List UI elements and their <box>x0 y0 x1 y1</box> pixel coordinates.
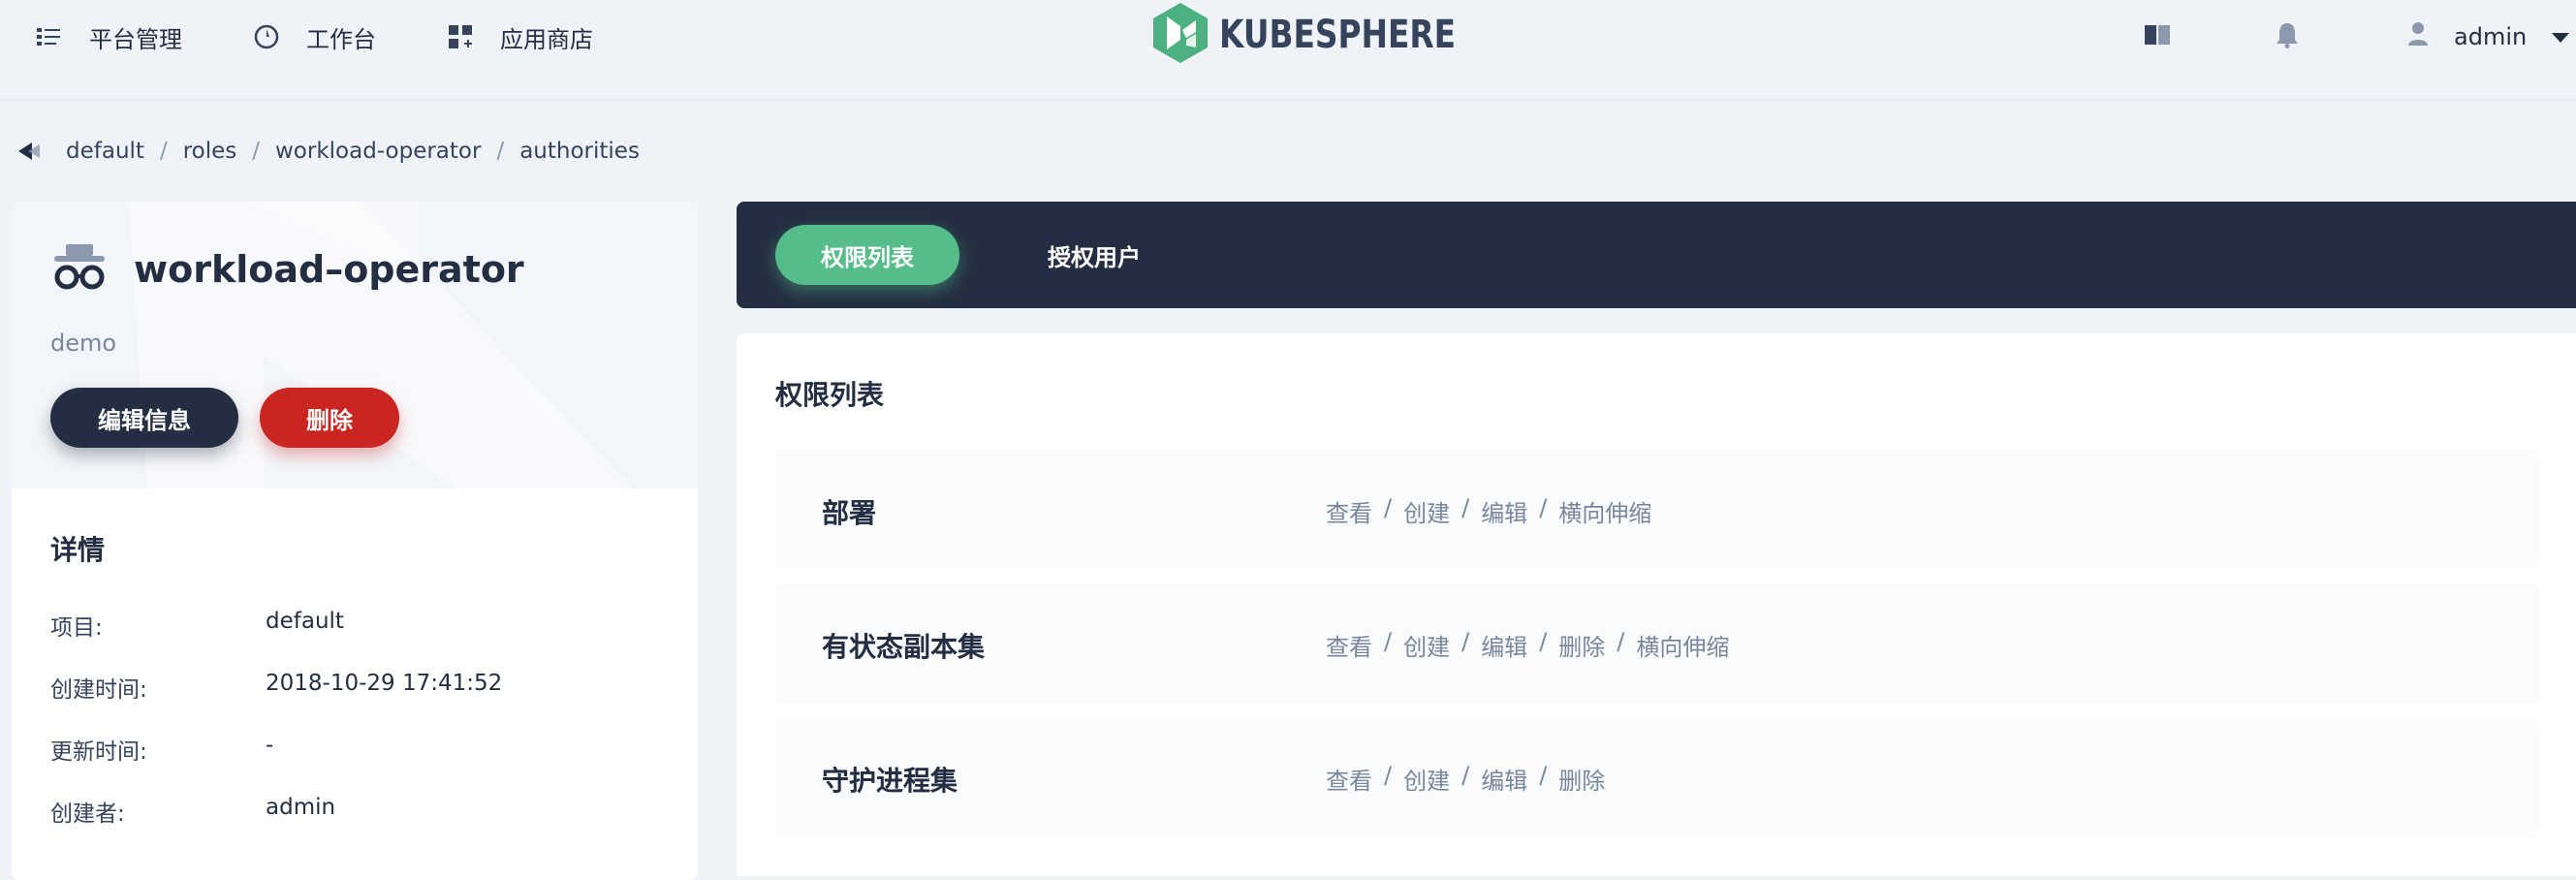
nav-workbench-label: 工作台 <box>306 25 376 53</box>
list-item: 有状态副本集 查看 / 创建 / 编辑 / 删除 / 横向伸缩 <box>775 583 2539 704</box>
tab-authorized-users[interactable]: 授权用户 <box>1021 225 1167 285</box>
role-header: workload–operator demo 编辑信息 删除 <box>12 202 698 488</box>
notifications-button[interactable] <box>2270 19 2305 54</box>
breadcrumb-separator: / <box>252 139 260 164</box>
breadcrumb-separator: / <box>496 139 505 164</box>
permission-action: 删除 <box>1558 768 1606 795</box>
user-icon <box>2407 21 2429 52</box>
breadcrumb-role[interactable]: workload-operator <box>275 139 481 164</box>
kubesphere-logo-icon <box>1153 3 1208 67</box>
kubesphere-logo[interactable]: KUBESPHERE <box>1153 3 1508 67</box>
dashboard-icon <box>252 22 281 51</box>
back-icon[interactable] <box>14 134 48 169</box>
permission-action: 创建 <box>1403 500 1451 527</box>
detail-row-updated: 更新时间: - <box>50 733 273 766</box>
permission-action: 横向伸缩 <box>1558 500 1652 527</box>
list-item: 守护进程集 查看 / 创建 / 编辑 / 删除 <box>775 717 2539 837</box>
detail-row-created: 创建时间: 2018-10-29 17:41:52 <box>50 671 502 704</box>
nav-workbench[interactable]: 工作台 <box>252 17 376 56</box>
role-info-card: workload–operator demo 编辑信息 删除 详情 项目: de… <box>12 202 698 880</box>
permission-actions: 查看 / 创建 / 编辑 / 横向伸缩 <box>1326 494 1652 527</box>
details-title: 详情 <box>50 534 106 566</box>
book-icon <box>2144 23 2171 50</box>
permission-action: 创建 <box>1403 768 1451 795</box>
breadcrumb-separator: / <box>159 139 168 164</box>
detail-key: 创建者: <box>50 801 125 827</box>
permission-actions: 查看 / 创建 / 编辑 / 删除 / 横向伸缩 <box>1326 628 1730 661</box>
nav-platform-label: 平台管理 <box>89 25 182 53</box>
spy-icon <box>52 242 107 297</box>
nav-platform[interactable]: 平台管理 <box>35 17 182 56</box>
permission-name: 有状态副本集 <box>822 631 986 663</box>
role-title-row: workload–operator <box>52 242 524 297</box>
detail-key: 项目: <box>50 615 103 641</box>
apps-icon <box>446 22 475 51</box>
delete-button[interactable]: 删除 <box>260 388 399 448</box>
permission-action: 编辑 <box>1481 634 1528 661</box>
detail-key: 更新时间: <box>50 739 147 765</box>
breadcrumb-roles[interactable]: roles <box>183 139 237 164</box>
detail-row-project: 项目: default <box>50 609 344 642</box>
logo-text: KUBESPHERE <box>1219 13 1457 57</box>
breadcrumb-authorities: authorities <box>519 139 640 164</box>
permission-action: 查看 <box>1326 634 1372 661</box>
permission-action: 横向伸缩 <box>1636 634 1730 661</box>
user-menu[interactable]: admin <box>2407 17 2570 56</box>
permission-action: 编辑 <box>1481 500 1528 527</box>
permission-action: 编辑 <box>1481 768 1528 795</box>
detail-value: default <box>266 609 344 634</box>
nav-appstore[interactable]: 应用商店 <box>446 17 593 56</box>
docs-button[interactable] <box>2140 19 2175 54</box>
tab-authorities[interactable]: 权限列表 <box>775 225 959 285</box>
edit-info-button[interactable]: 编辑信息 <box>50 388 238 448</box>
nav-appstore-label: 应用商店 <box>500 25 593 53</box>
user-name: admin <box>2454 23 2528 50</box>
bell-icon <box>2276 21 2299 52</box>
role-description: demo <box>50 330 117 357</box>
top-navbar: 平台管理 工作台 应用商店 KUBESPHERE admin <box>0 0 2576 101</box>
detail-key: 创建时间: <box>50 677 147 703</box>
permission-action: 查看 <box>1326 768 1372 795</box>
detail-value: 2018-10-29 17:41:52 <box>266 671 503 696</box>
panel-title: 权限列表 <box>775 379 885 411</box>
tabs-bar: 权限列表 授权用户 <box>737 202 2576 308</box>
list-item: 部署 查看 / 创建 / 编辑 / 横向伸缩 <box>775 450 2539 570</box>
permission-actions: 查看 / 创建 / 编辑 / 删除 <box>1326 762 1606 795</box>
permission-action: 创建 <box>1403 634 1451 661</box>
breadcrumb: default / roles / workload-operator / au… <box>14 134 640 169</box>
permission-name: 守护进程集 <box>822 765 958 797</box>
breadcrumb-project[interactable]: default <box>66 139 144 164</box>
detail-value: admin <box>266 795 336 820</box>
role-name: workload–operator <box>134 248 524 291</box>
detail-value: - <box>266 733 274 758</box>
detail-row-creator: 创建者: admin <box>50 795 335 828</box>
permission-action: 查看 <box>1326 500 1372 527</box>
permission-name: 部署 <box>822 497 877 529</box>
permission-action: 删除 <box>1558 634 1606 661</box>
chevron-down-icon <box>2552 23 2570 50</box>
authorities-panel: 权限列表 部署 查看 / 创建 / 编辑 / 横向伸缩 有状态副本集 查看 / 创建 / … <box>737 333 2576 876</box>
list-icon <box>35 22 64 51</box>
